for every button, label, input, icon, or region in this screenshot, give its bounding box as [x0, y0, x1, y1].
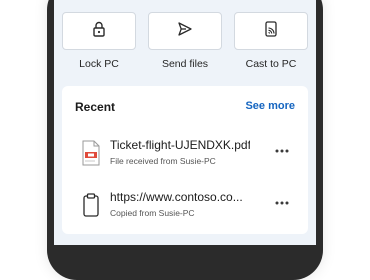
more-options-icon[interactable]: [274, 198, 290, 208]
lock-pc-label: Lock PC: [79, 58, 119, 70]
clipboard-icon: [81, 192, 101, 218]
recent-item-link[interactable]: https://www.contoso.co... Copied from Su…: [62, 188, 308, 224]
quick-actions: Lock PC Send files Cast to PC: [62, 12, 308, 72]
lock-pc-action[interactable]: Lock PC: [62, 12, 136, 70]
pdf-file-icon: [81, 140, 101, 166]
recent-item-name: Ticket-flight-UJENDXK.pdf: [110, 138, 250, 152]
cast-icon: [265, 20, 277, 42]
recent-item-subtitle: File received from Susie-PC: [110, 156, 216, 166]
see-more-link[interactable]: See more: [245, 100, 295, 112]
send-files-action[interactable]: Send files: [148, 12, 222, 70]
cast-to-pc-label: Cast to PC: [245, 58, 297, 70]
recent-item-subtitle: Copied from Susie-PC: [110, 208, 195, 218]
recent-card: Recent See more Ticket-flight-UJENDXK.pd…: [62, 86, 308, 234]
lock-pc-button[interactable]: [62, 12, 136, 50]
more-options-icon[interactable]: [274, 146, 290, 156]
recent-item-pdf[interactable]: Ticket-flight-UJENDXK.pdf File received …: [62, 136, 308, 172]
send-files-label: Send files: [161, 58, 209, 70]
recent-item-name: https://www.contoso.co...: [110, 190, 243, 204]
cast-to-pc-action[interactable]: Cast to PC: [234, 12, 308, 70]
send-files-button[interactable]: [148, 12, 222, 50]
send-icon: [177, 21, 193, 42]
phone-screen: Lock PC Send files Cast to PC Recent See…: [54, 0, 316, 245]
lock-icon: [92, 21, 106, 42]
cast-to-pc-button[interactable]: [234, 12, 308, 50]
recent-title: Recent: [75, 100, 116, 114]
